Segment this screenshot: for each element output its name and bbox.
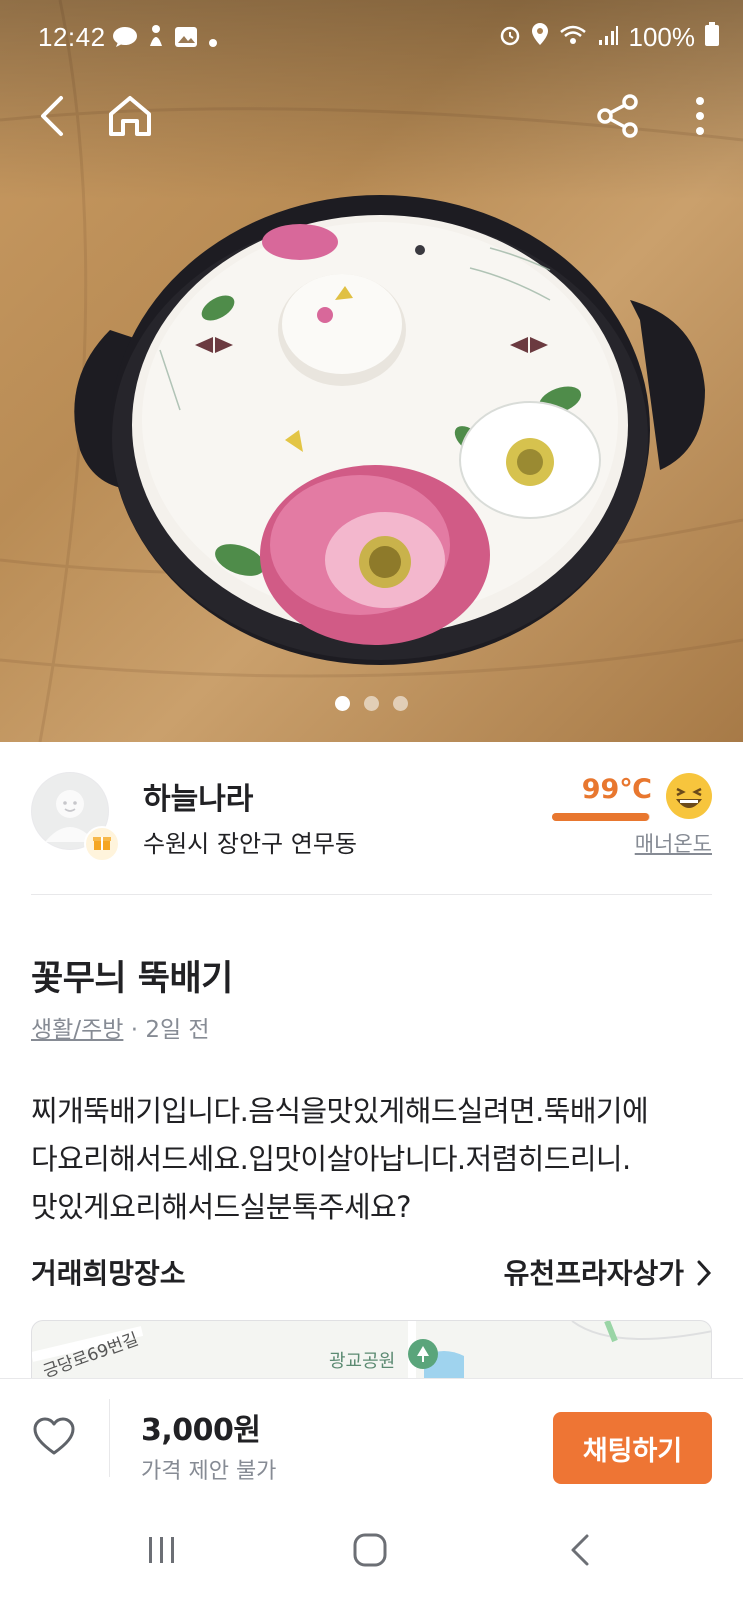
category-link[interactable]: 생활/주방 <box>31 1017 123 1043</box>
chat-button[interactable]: 채팅하기 <box>553 1412 712 1484</box>
product-title: 꽃무늬 뚝배기 <box>31 959 233 999</box>
tree-icon <box>408 1339 438 1369</box>
wifi-icon <box>559 22 587 53</box>
trade-place-value[interactable]: 유천프라자상가 <box>504 1252 684 1292</box>
price: 3,000원 <box>141 1413 261 1448</box>
signal-icon <box>597 22 619 53</box>
share-button[interactable] <box>588 88 648 148</box>
dot-icon <box>208 24 218 55</box>
back-button[interactable] <box>22 88 82 148</box>
notification-icons <box>112 24 218 55</box>
home-icon <box>107 94 153 142</box>
status-indicators: 100% <box>499 22 719 53</box>
pager-dot[interactable] <box>393 696 408 711</box>
more-button[interactable] <box>670 88 730 148</box>
pager-dot[interactable] <box>364 696 379 711</box>
recent-apps-button[interactable] <box>127 1522 197 1582</box>
vertical-divider <box>109 1399 110 1477</box>
status-time: 12:42 <box>38 22 106 52</box>
pager-dot[interactable] <box>335 696 350 711</box>
home-circle-icon <box>353 1533 387 1571</box>
product-meta: 생활/주방 · 2일 전 <box>31 1010 210 1044</box>
recent-apps-icon <box>145 1535 179 1569</box>
manner-temperature-link[interactable]: 매너온도 <box>612 828 712 858</box>
trade-place-label: 거래희망장소 <box>31 1257 186 1290</box>
product-image-carousel[interactable]: 12:42 100% <box>0 0 743 742</box>
home-button[interactable] <box>100 88 160 148</box>
heart-icon <box>33 1417 75 1455</box>
status-bar: 12:42 100% <box>0 0 743 78</box>
battery-icon <box>705 22 719 53</box>
trade-place-row[interactable]: 거래희망장소 유천프라자상가 <box>31 1250 712 1294</box>
top-navigation <box>0 88 743 148</box>
price-negotiation-note: 가격 제안 불가 <box>141 1459 277 1484</box>
chevron-right-icon <box>696 1260 712 1290</box>
description-line: 다요리해서드세요.입맛이살아납니다.저렴히드리니. <box>31 1142 631 1176</box>
manner-temperature: 99℃ <box>581 774 652 805</box>
image-pager-dots <box>0 696 743 711</box>
back-arrow-icon <box>37 95 67 141</box>
system-home-button[interactable] <box>335 1522 405 1582</box>
purchase-bar: 3,000원 가격 제안 불가 채팅하기 <box>0 1378 743 1496</box>
battery-percent: 100% <box>628 22 696 52</box>
posted-time: · 2일 전 <box>130 1017 210 1043</box>
laughing-face-icon <box>665 772 713 820</box>
temperature-bar-fill <box>552 813 649 821</box>
image-notification-icon <box>174 24 198 55</box>
gift-badge <box>84 826 120 862</box>
like-button[interactable] <box>32 1415 76 1459</box>
system-back-button[interactable] <box>545 1522 615 1582</box>
chat-notification-icon <box>112 24 138 55</box>
more-vertical-icon <box>695 96 705 140</box>
product-description: 찌개뚝배기입니다.음식을맛있게해드실려면.뚝배기에 다요리해서드세요.입맛이살아… <box>31 1087 721 1231</box>
seller-name: 하늘나라 <box>143 782 254 817</box>
description-line: 맛있게요리해서드실분톡주세요? <box>31 1190 412 1224</box>
section-divider <box>31 894 712 895</box>
alarm-icon <box>499 22 521 53</box>
system-navigation-bar <box>0 1496 743 1610</box>
description-line: 찌개뚝배기입니다.음식을맛있게해드실려면.뚝배기에 <box>31 1094 649 1128</box>
seller-location: 수원시 장안구 연무동 <box>143 830 357 858</box>
figure-notification-icon <box>148 24 164 55</box>
map-park-label: 광교공원 <box>329 1351 396 1372</box>
share-icon <box>596 94 640 142</box>
location-icon <box>531 22 549 53</box>
trade-place-map[interactable]: 긍당로69번길 광교공원 <box>31 1320 712 1380</box>
seller-profile[interactable]: 하늘나라 수원시 장안구 연무동 99℃ 매너온도 <box>0 742 743 895</box>
system-back-icon <box>569 1533 591 1571</box>
gift-icon <box>92 832 112 856</box>
